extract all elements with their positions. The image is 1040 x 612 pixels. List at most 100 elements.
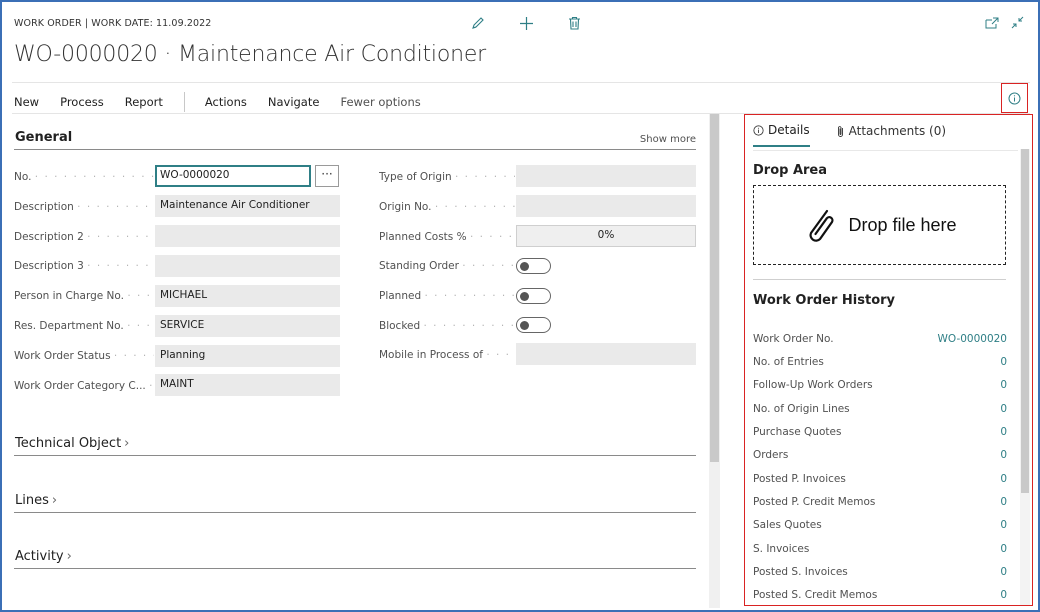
field-label-res-department: Res. Department No. · · · · · — [14, 320, 154, 332]
technical-object-section-header[interactable]: Technical Object › — [14, 432, 696, 456]
general-title[interactable]: General — [15, 130, 72, 145]
history-value[interactable]: 0 — [1000, 379, 1007, 391]
history-row: Posted P. Credit Memos 0 — [753, 490, 1007, 513]
history-row: Sales Quotes 0 — [753, 513, 1007, 536]
history-label: Posted S. Credit Memos — [753, 588, 878, 601]
type-of-origin-field[interactable] — [516, 165, 696, 187]
work-order-status-field[interactable]: Planning — [155, 345, 340, 367]
history-row: Follow-Up Work Orders 0 — [753, 373, 1007, 396]
res-department-field[interactable]: SERVICE — [155, 315, 340, 337]
app-window: WORK ORDER | WORK DATE: 11.09.2022 WO-00… — [0, 0, 1040, 612]
chevron-right-icon: › — [66, 549, 72, 564]
factbox-pane: Details Attachments (0) Drop Area Drop f… — [744, 114, 1033, 606]
general-section-header: General Show more — [14, 126, 696, 150]
history-value[interactable]: 0 — [1000, 589, 1007, 601]
paperclip-icon — [837, 125, 843, 137]
history-value[interactable]: WO-0000020 — [938, 333, 1008, 345]
history-value[interactable]: 0 — [1000, 426, 1007, 438]
history-value[interactable]: 0 — [1000, 566, 1007, 578]
description-3-field[interactable] — [155, 255, 340, 277]
tab-details[interactable]: Details — [753, 123, 810, 147]
description-field[interactable]: Maintenance Air Conditioner — [155, 195, 340, 217]
show-more-link[interactable]: Show more — [640, 134, 696, 145]
toggle-knob — [520, 321, 529, 330]
history-label: Posted S. Invoices — [753, 565, 848, 578]
blocked-toggle[interactable] — [516, 317, 551, 333]
chevron-right-icon: › — [124, 436, 130, 451]
fewer-options-button[interactable]: Fewer options — [340, 95, 420, 109]
process-action[interactable]: Process — [60, 95, 104, 109]
history-label: Work Order No. — [753, 332, 834, 345]
work-order-history-title: Work Order History — [753, 293, 896, 308]
history-label: Posted P. Credit Memos — [753, 495, 876, 508]
planned-costs-field[interactable]: 0% — [516, 225, 696, 247]
lines-title: Lines › — [15, 493, 58, 508]
field-label-no: No. · · · · · · · · · · · · · · · · · · … — [14, 171, 154, 183]
content-scrollbar[interactable] — [709, 114, 720, 608]
open-new-window-icon[interactable] — [985, 14, 999, 33]
history-label: No. of Entries — [753, 355, 824, 368]
info-icon — [753, 124, 764, 136]
edit-icon[interactable] — [467, 12, 489, 34]
person-in-charge-field[interactable]: MICHAEL — [155, 285, 340, 307]
toggle-factbox-button[interactable] — [1001, 83, 1028, 113]
field-label-description-2: Description 2 · · · · · · · · · · · — [14, 231, 154, 243]
activity-section-header[interactable]: Activity › — [14, 545, 696, 569]
history-value[interactable]: 0 — [1000, 403, 1007, 415]
info-icon — [1008, 92, 1021, 104]
history-row: Posted S. Invoices 0 — [753, 560, 1007, 583]
factbox-scrollbar[interactable] — [1020, 149, 1030, 605]
paperclip-icon — [809, 209, 835, 242]
scrollbar-thumb[interactable] — [710, 114, 719, 462]
action-separator — [183, 92, 185, 112]
origin-no-field[interactable] — [516, 195, 696, 217]
standing-order-toggle[interactable] — [516, 258, 551, 274]
collapse-icon[interactable] — [1011, 14, 1024, 33]
planned-toggle[interactable] — [516, 288, 551, 304]
history-row: Orders 0 — [753, 443, 1007, 466]
history-row: S. Invoices 0 — [753, 537, 1007, 560]
add-icon[interactable] — [515, 12, 537, 34]
assist-edit-button[interactable]: ··· — [315, 165, 339, 187]
history-row: No. of Entries 0 — [753, 350, 1007, 373]
history-row: Posted P. Invoices 0 — [753, 467, 1007, 490]
history-value[interactable]: 0 — [1000, 356, 1007, 368]
factbox-tabs: Details Attachments (0) — [753, 123, 946, 147]
tab-attachments[interactable]: Attachments (0) — [836, 123, 946, 147]
actions-menu[interactable]: Actions — [205, 95, 247, 109]
history-label: No. of Origin Lines — [753, 402, 850, 415]
page-toolbar-icons — [467, 12, 585, 34]
chevron-right-icon: › — [51, 493, 58, 508]
field-label-person-in-charge: Person in Charge No. · · · · · — [14, 290, 154, 302]
history-label: Follow-Up Work Orders — [753, 378, 873, 391]
new-action[interactable]: New — [14, 95, 39, 109]
history-value[interactable]: 0 — [1000, 496, 1007, 508]
delete-icon[interactable] — [563, 12, 585, 34]
mobile-in-process-field[interactable] — [516, 343, 696, 365]
field-label-description-3: Description 3 · · · · · · · · · · · — [14, 260, 154, 272]
no-field[interactable]: WO-0000020 — [155, 165, 311, 187]
page-title: WO-0000020 · Maintenance Air Conditioner — [14, 42, 487, 67]
history-row: Work Order No. WO-0000020 — [753, 327, 1007, 350]
tab-divider — [753, 150, 1018, 151]
report-action[interactable]: Report — [125, 95, 163, 109]
history-value[interactable]: 0 — [1000, 543, 1007, 555]
history-label: Orders — [753, 448, 789, 461]
description-2-field[interactable] — [155, 225, 340, 247]
toggle-knob — [520, 262, 529, 271]
field-label-work-order-status: Work Order Status · · · · · · · · — [14, 350, 154, 362]
toggle-knob — [520, 292, 529, 301]
navigate-menu[interactable]: Navigate — [268, 95, 320, 109]
history-value[interactable]: 0 — [1000, 473, 1007, 485]
field-label-mobile-in-process: Mobile in Process of · · · · — [379, 349, 515, 361]
drop-zone[interactable]: Drop file here — [753, 185, 1006, 265]
page-caption: WORK ORDER | WORK DATE: 11.09.2022 — [14, 18, 212, 29]
field-label-origin-no: Origin No. · · · · · · · · · · · · · · — [379, 201, 515, 213]
field-label-blocked: Blocked · · · · · · · · · · · · · · · · … — [379, 320, 515, 332]
work-order-category-field[interactable]: MAINT — [155, 374, 340, 396]
tab-attachments-label: Attachments (0) — [848, 124, 947, 138]
lines-section-header[interactable]: Lines › — [14, 489, 696, 513]
scrollbar-thumb[interactable] — [1021, 149, 1029, 493]
history-value[interactable]: 0 — [1000, 519, 1007, 531]
history-value[interactable]: 0 — [1000, 449, 1007, 461]
